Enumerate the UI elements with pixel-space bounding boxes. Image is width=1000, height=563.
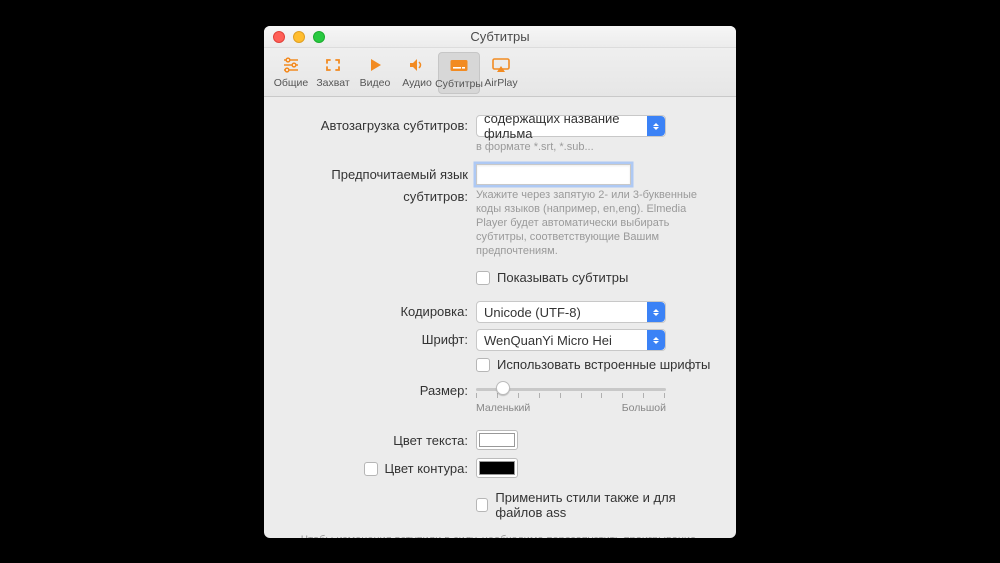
chevron-updown-icon [647, 116, 665, 136]
lang-label: Предпочитаемый язык субтитров: [284, 164, 476, 208]
size-min-label: Маленький [476, 402, 530, 414]
use-embedded-fonts-label: Использовать встроенные шрифты [497, 357, 710, 372]
chevron-updown-icon [647, 302, 665, 322]
text-color-well[interactable] [476, 430, 518, 450]
tab-label: Аудио [402, 77, 432, 89]
tab-label: Захват [316, 77, 349, 89]
speaker-icon [404, 54, 430, 76]
tab-subtitles[interactable]: Субтитры [438, 52, 480, 94]
lang-hint: Укажите через запятую 2- или 3-буквенные… [476, 188, 706, 258]
chevron-updown-icon [647, 330, 665, 350]
apply-ass-checkbox[interactable]: Применить стили также и для файлов ass [476, 490, 716, 520]
font-select-value: WenQuanYi Micro Hei [484, 333, 612, 348]
size-max-label: Большой [622, 402, 666, 414]
color-swatch [479, 433, 515, 447]
font-select[interactable]: WenQuanYi Micro Hei [476, 329, 666, 351]
fullscreen-icon [320, 54, 346, 76]
outline-color-well[interactable] [476, 458, 518, 478]
window-title: Субтитры [264, 29, 736, 44]
preferences-content: Автозагрузка субтитров: содержащих назва… [264, 97, 736, 538]
text-color-label: Цвет текста: [284, 430, 476, 452]
outline-color-label: Цвет контура: [384, 458, 468, 480]
show-subtitles-checkbox[interactable]: Показывать субтитры [476, 270, 716, 285]
preferences-toolbar: Общие Захват Видео Аудио Субтитры [264, 48, 736, 97]
titlebar: Субтитры [264, 26, 736, 48]
size-label: Размер: [284, 380, 476, 402]
checkbox-icon [476, 271, 490, 285]
encoding-label: Кодировка: [284, 301, 476, 323]
preferred-language-input[interactable] [476, 164, 631, 185]
sliders-icon [278, 54, 304, 76]
tab-label: Общие [274, 77, 309, 89]
tab-label: AirPlay [484, 77, 517, 89]
tab-label: Видео [360, 77, 391, 89]
encoding-select-value: Unicode (UTF-8) [484, 305, 581, 320]
restart-note: Чтобы изменения вступили в силу, необход… [284, 534, 716, 538]
subtitles-icon [446, 55, 472, 77]
tab-general[interactable]: Общие [270, 52, 312, 92]
show-subtitles-label: Показывать субтитры [497, 270, 628, 285]
outline-color-checkbox[interactable] [364, 462, 378, 476]
checkbox-icon [476, 358, 490, 372]
checkbox-icon [476, 498, 488, 512]
font-label: Шрифт: [284, 329, 476, 351]
tab-video[interactable]: Видео [354, 52, 396, 92]
tab-audio[interactable]: Аудио [396, 52, 438, 92]
encoding-select[interactable]: Unicode (UTF-8) [476, 301, 666, 323]
size-slider[interactable] [476, 380, 666, 398]
tab-label: Субтитры [435, 78, 483, 90]
slider-knob[interactable] [496, 381, 510, 395]
apply-ass-label: Применить стили также и для файлов ass [495, 490, 716, 520]
color-swatch [479, 461, 515, 475]
autoload-select[interactable]: содержащих название фильма [476, 115, 666, 137]
autoload-select-value: содержащих название фильма [484, 111, 665, 141]
play-icon [362, 54, 388, 76]
airplay-icon [488, 54, 514, 76]
use-embedded-fonts-checkbox[interactable]: Использовать встроенные шрифты [476, 357, 716, 372]
preferences-window: Субтитры Общие Захват Видео Аудио [264, 26, 736, 538]
tab-airplay[interactable]: AirPlay [480, 52, 522, 92]
autoload-label: Автозагрузка субтитров: [284, 115, 476, 137]
tab-capture[interactable]: Захват [312, 52, 354, 92]
autoload-hint: в формате *.srt, *.sub... [476, 140, 706, 154]
